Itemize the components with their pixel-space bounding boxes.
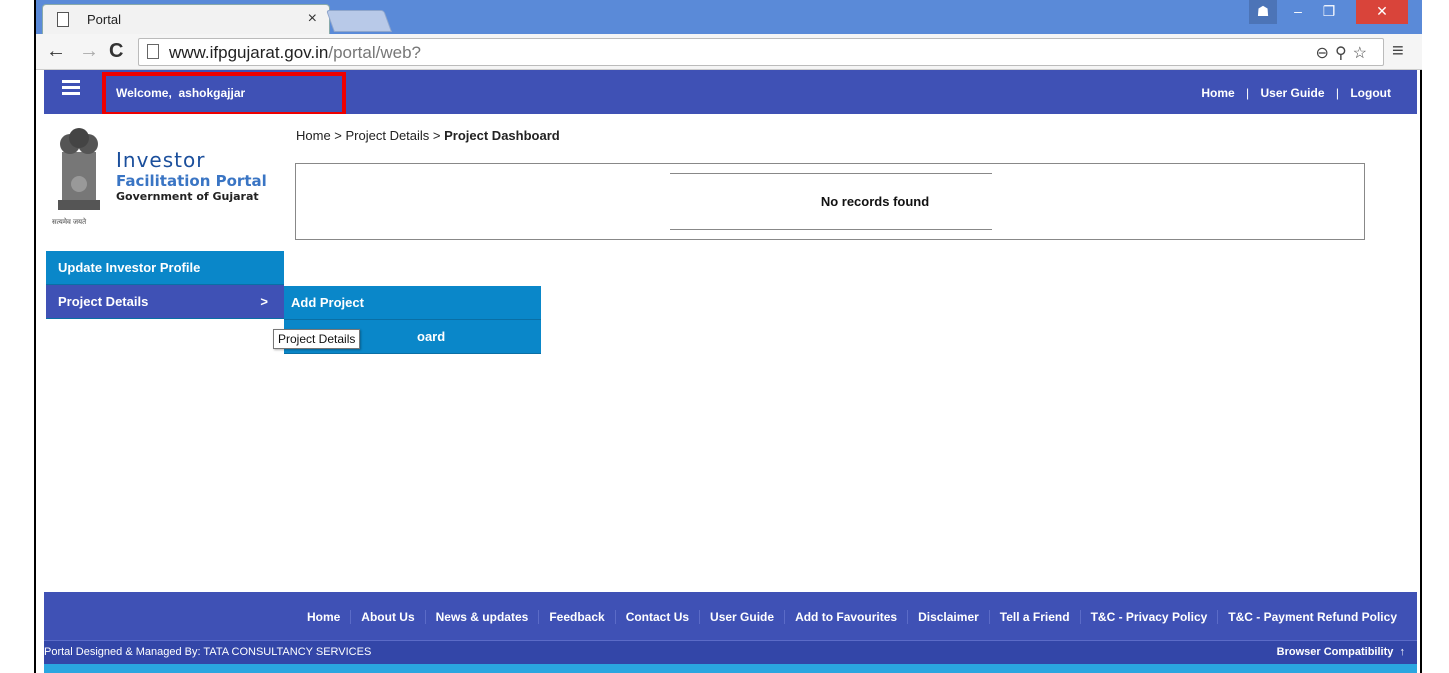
reload-icon[interactable]: C bbox=[109, 40, 123, 63]
footer-link-home[interactable]: Home bbox=[297, 610, 350, 624]
browser-window: Portal × ☗ – ❐ ✕ ← → C www.ifpgujarat.go… bbox=[36, 0, 1422, 673]
footer-link-refund[interactable]: T&C - Payment Refund Policy bbox=[1217, 610, 1407, 624]
footer-link-privacy[interactable]: T&C - Privacy Policy bbox=[1079, 610, 1218, 624]
chevron-right-icon: > bbox=[260, 294, 268, 309]
site-footer: Home About Us News & updates Feedback Contac… bbox=[44, 592, 1417, 640]
portal-page: Welcome, ashokgajjar Home | User Guide |… bbox=[44, 70, 1417, 673]
right-frame bbox=[1420, 0, 1449, 673]
username: ashokgajjar bbox=[178, 86, 246, 100]
footer-link-disclaimer[interactable]: Disclaimer bbox=[907, 610, 989, 624]
main-content: Investor Facilitation Portal Government … bbox=[44, 114, 1417, 592]
zoom-key-star-icons[interactable]: ⊖⚲☆ bbox=[1316, 43, 1373, 63]
breadcrumb-path[interactable]: Home > Project Details > bbox=[296, 128, 444, 143]
forward-icon[interactable]: → bbox=[79, 40, 99, 63]
logo-subtitle: Facilitation Portal bbox=[116, 172, 267, 190]
footer-link-about[interactable]: About Us bbox=[350, 610, 424, 624]
header-links: Home | User Guide | Logout bbox=[1201, 86, 1391, 100]
footer-link-user-guide[interactable]: User Guide bbox=[699, 610, 784, 624]
divider bbox=[670, 229, 992, 230]
breadcrumb-current: Project Dashboard bbox=[444, 128, 560, 143]
page-icon bbox=[57, 12, 69, 27]
site-header: Welcome, ashokgajjar Home | User Guide |… bbox=[44, 70, 1417, 116]
footer-link-tell-friend[interactable]: Tell a Friend bbox=[988, 610, 1080, 624]
close-tab-icon[interactable]: × bbox=[308, 10, 317, 28]
page-icon bbox=[147, 44, 159, 59]
submenu-add-project[interactable]: Add Project bbox=[284, 286, 541, 320]
maximize-icon[interactable]: ❐ bbox=[1315, 0, 1343, 24]
back-icon[interactable]: ← bbox=[46, 40, 66, 63]
logo-motto: सत्यमेव जयते bbox=[52, 219, 87, 226]
tooltip: Project Details bbox=[273, 329, 361, 349]
header-home-link[interactable]: Home bbox=[1201, 86, 1234, 100]
close-window-icon[interactable]: ✕ bbox=[1356, 0, 1408, 24]
url-text: www.ifpgujarat.gov.in/portal/web? bbox=[169, 43, 421, 62]
browser-menu-icon[interactable]: ≡ bbox=[1392, 40, 1404, 63]
side-menu: Update Investor Profile Project Details > bbox=[46, 251, 284, 319]
portal-logo[interactable]: Investor Facilitation Portal Government … bbox=[50, 120, 280, 235]
credit-text: Portal Designed & Managed By: TATA CONSU… bbox=[44, 646, 372, 658]
footer-link-contact[interactable]: Contact Us bbox=[614, 610, 699, 624]
menu-project-details[interactable]: Project Details > bbox=[46, 285, 284, 319]
footer-link-news[interactable]: News & updates bbox=[424, 610, 539, 624]
new-tab-button[interactable] bbox=[325, 10, 393, 32]
header-logout-link[interactable]: Logout bbox=[1350, 86, 1391, 100]
browser-compat-link[interactable]: Browser Compatibility ↑ bbox=[1277, 646, 1405, 658]
browser-toolbar: ← → C www.ifpgujarat.gov.in/portal/web? … bbox=[36, 34, 1422, 70]
tab-strip: Portal × ☗ – ❐ ✕ bbox=[36, 0, 1422, 34]
browser-tab[interactable]: Portal × bbox=[42, 4, 330, 34]
user-icon[interactable]: ☗ bbox=[1249, 0, 1277, 24]
welcome-text: Welcome, ashokgajjar bbox=[116, 86, 246, 100]
logo-gov-text: Government of Gujarat bbox=[116, 190, 259, 203]
left-frame bbox=[0, 0, 36, 673]
menu-update-investor-profile[interactable]: Update Investor Profile bbox=[46, 251, 284, 285]
breadcrumb: Home > Project Details > Project Dashboa… bbox=[296, 128, 560, 143]
logo-title: Investor bbox=[116, 148, 206, 172]
divider bbox=[670, 173, 992, 174]
header-user-guide-link[interactable]: User Guide bbox=[1261, 86, 1325, 100]
emblem-icon bbox=[58, 128, 100, 210]
hamburger-menu-icon[interactable] bbox=[62, 80, 80, 98]
records-panel: No records found bbox=[295, 163, 1365, 240]
footer-link-feedback[interactable]: Feedback bbox=[538, 610, 614, 624]
copyright-bar: Portal Designed & Managed By: TATA CONSU… bbox=[44, 640, 1417, 664]
footer-link-favourites[interactable]: Add to Favourites bbox=[784, 610, 907, 624]
address-bar[interactable]: www.ifpgujarat.gov.in/portal/web? ⊖⚲☆ bbox=[138, 38, 1384, 66]
tab-title: Portal bbox=[87, 12, 121, 27]
footer-links: Home About Us News & updates Feedback Contac… bbox=[44, 610, 1417, 624]
no-records-message: No records found bbox=[820, 194, 930, 209]
minimize-icon[interactable]: – bbox=[1284, 0, 1312, 24]
arrow-up-icon[interactable]: ↑ bbox=[1400, 646, 1406, 658]
